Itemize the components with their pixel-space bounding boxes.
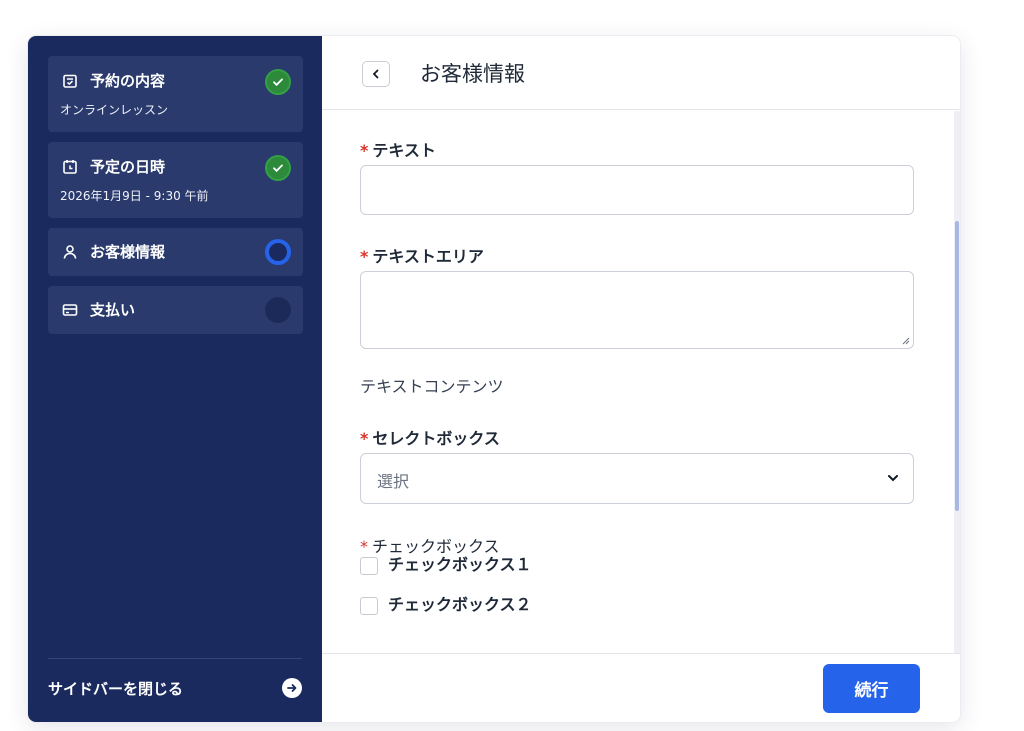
checkbox-option-2[interactable]: チェックボックス２ bbox=[360, 591, 532, 615]
checkbox-label: チェックボックス２ bbox=[388, 595, 532, 614]
text-input[interactable] bbox=[360, 165, 914, 215]
main-panel: お客様情報 * テキスト * テキストエリア テキストコンテンツ * セレクトボックス… bbox=[322, 36, 960, 722]
required-mark: * bbox=[360, 247, 369, 266]
sidebar-step-title: 予定の日時 bbox=[90, 158, 166, 176]
textarea-input[interactable] bbox=[360, 271, 914, 349]
back-button[interactable] bbox=[362, 61, 390, 87]
continue-button[interactable]: 続行 bbox=[823, 664, 920, 713]
sidebar-step-customer-info[interactable]: お客様情報 bbox=[48, 228, 303, 276]
text-field-label: * テキスト bbox=[360, 141, 436, 160]
checkbox[interactable] bbox=[360, 597, 378, 615]
step-current-icon bbox=[265, 239, 291, 265]
main-header: お客様情報 bbox=[322, 36, 960, 110]
page-title: お客様情報 bbox=[420, 62, 525, 86]
sidebar-step-datetime[interactable]: 予定の日時 2026年1月9日 - 9:30 午前 bbox=[48, 142, 303, 218]
step-complete-icon bbox=[265, 69, 291, 95]
user-icon bbox=[63, 244, 77, 259]
checkbox-label: チェックボックス１ bbox=[388, 555, 532, 574]
booking-card: 予約の内容 オンラインレッスン 予定の日時 2026年1月9日 - 9:30 午… bbox=[28, 36, 960, 722]
sidebar-step-title: お客様情報 bbox=[90, 243, 166, 261]
sidebar-step-payment[interactable]: 支払い bbox=[48, 286, 303, 334]
footer: 続行 bbox=[322, 653, 960, 722]
credit-card-icon bbox=[62, 303, 78, 316]
text-content: テキストコンテンツ bbox=[360, 377, 504, 396]
checkbox[interactable] bbox=[360, 557, 378, 575]
select-box[interactable]: 選択 bbox=[360, 453, 914, 504]
sidebar-step-title: 予約の内容 bbox=[90, 72, 166, 90]
select-value: 選択 bbox=[377, 472, 410, 491]
scrollbar-thumb[interactable] bbox=[955, 221, 959, 511]
checkbox-option-1[interactable]: チェックボックス１ bbox=[360, 551, 532, 575]
sidebar-step-subtitle: 2026年1月9日 - 9:30 午前 bbox=[60, 189, 209, 203]
sidebar-step-title: 支払い bbox=[90, 301, 136, 319]
close-sidebar-label: サイドバーを閉じる bbox=[48, 679, 184, 698]
form-content: * テキスト * テキストエリア テキストコンテンツ * セレクトボックス 選択 * チ… bbox=[322, 111, 960, 653]
chevron-down-icon bbox=[888, 475, 898, 482]
step-pending-icon bbox=[265, 297, 291, 323]
textarea-field-label: * テキストエリア bbox=[360, 247, 484, 266]
close-sidebar-button[interactable]: サイドバーを閉じる bbox=[48, 676, 302, 700]
chevron-left-icon bbox=[372, 69, 379, 79]
select-field-label: * セレクトボックス bbox=[360, 429, 500, 448]
sidebar-step-reservation[interactable]: 予約の内容 オンラインレッスン bbox=[48, 56, 303, 132]
step-complete-icon bbox=[265, 155, 291, 181]
calendar-check-icon bbox=[63, 74, 77, 88]
required-mark: * bbox=[360, 429, 369, 448]
resize-grip-icon[interactable] bbox=[902, 337, 910, 345]
sidebar: 予約の内容 オンラインレッスン 予定の日時 2026年1月9日 - 9:30 午… bbox=[28, 36, 322, 722]
required-mark: * bbox=[360, 141, 369, 160]
arrow-right-circle-icon bbox=[282, 678, 302, 698]
sidebar-divider bbox=[48, 658, 302, 659]
sidebar-step-subtitle: オンラインレッスン bbox=[60, 103, 169, 117]
clock-calendar-icon bbox=[63, 159, 77, 174]
